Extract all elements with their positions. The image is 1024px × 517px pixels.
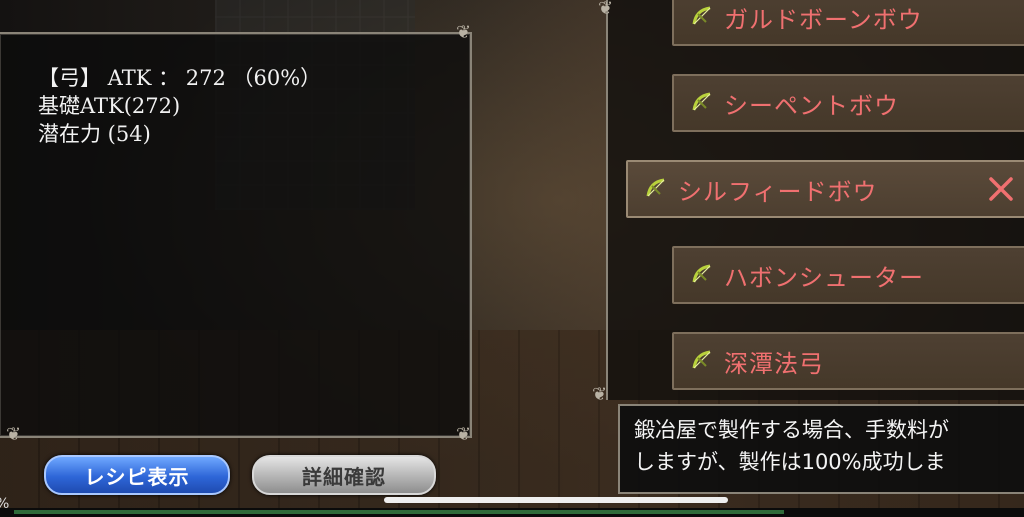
frame-ornament-icon: ❦ [456, 22, 472, 43]
bow-icon [692, 264, 711, 283]
list-item[interactable]: シーペントボウ [672, 74, 1024, 132]
list-item[interactable]: 深潭法弓 [672, 332, 1024, 390]
frame-ornament-icon: ❦ [592, 384, 608, 405]
item-name: 深潭法弓 [724, 349, 824, 378]
bow-icon [692, 6, 711, 25]
atk-summary: 【弓】 ATK ： 272 （60%） [38, 66, 322, 90]
item-name: シーペントボウ [724, 91, 899, 120]
home-indicator[interactable] [384, 497, 728, 503]
description-line: しますが、製作は100%成功しま [634, 450, 946, 474]
item-name: シルフィードボウ [678, 177, 878, 206]
list-item-selected[interactable]: シルフィードボウ [626, 160, 1024, 218]
show-recipe-button[interactable]: レシピ表示 [44, 455, 230, 495]
list-item[interactable]: ガルドボーンボウ [672, 0, 1024, 46]
base-atk: 基礎ATK(272) [38, 94, 181, 118]
potential: 潜在力 (54) [38, 122, 151, 146]
frame-ornament-icon: ❦ [598, 0, 614, 19]
detail-check-button[interactable]: 詳細確認 [252, 455, 436, 495]
bow-icon [692, 350, 711, 369]
frame-ornament-icon: ❦ [456, 424, 472, 445]
item-name: ハボンシューター [724, 263, 924, 292]
description-line: 鍛冶屋で製作する場合、手数料が [634, 418, 949, 442]
progress-strip [14, 510, 784, 514]
list-item[interactable]: ハボンシューター [672, 246, 1024, 304]
item-name: ガルドボーンボウ [724, 5, 923, 34]
frame-ornament-icon: ❦ [6, 424, 22, 445]
close-x-icon[interactable] [986, 174, 1016, 204]
bow-icon [646, 178, 665, 197]
edge-text: % [0, 496, 9, 512]
description-box: 鍛冶屋で製作する場合、手数料が しますが、製作は100%成功しま [618, 404, 1024, 494]
bow-icon [692, 92, 711, 111]
